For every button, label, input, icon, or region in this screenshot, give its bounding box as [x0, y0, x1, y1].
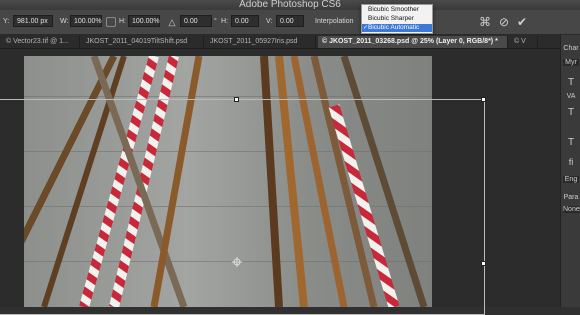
reference-point-icon[interactable]: [232, 257, 242, 267]
character-panel-tab[interactable]: Char: [563, 45, 579, 52]
menu-item-bicubic-sharper[interactable]: Bicubic Sharper: [362, 15, 432, 23]
warp-icon[interactable]: ⌘: [478, 15, 492, 29]
width-field[interactable]: 100.00%: [70, 15, 102, 27]
vertical-scale-icon: T: [567, 107, 575, 118]
hskew-field[interactable]: 0.00: [231, 15, 259, 27]
tab-active-document[interactable]: © JKOST_2011_03268.psd @ 25% (Layer 0, R…: [318, 36, 508, 48]
menu-item-label: Bicubic Sharper: [368, 15, 414, 22]
menu-item-bicubic-smoother[interactable]: Bicubic Smoother: [362, 6, 432, 14]
vskew-label: V:: [266, 18, 273, 25]
tab-vector23[interactable]: © Vector23.tif @ 1...: [2, 36, 80, 48]
vskew-field[interactable]: 0.00: [276, 15, 304, 27]
commit-check-icon[interactable]: ✔: [515, 15, 529, 29]
transform-handle-top-right[interactable]: [481, 97, 486, 102]
text-color-icon: T: [567, 137, 575, 148]
transform-handle-top[interactable]: [234, 97, 239, 102]
hskew-label: H:: [221, 18, 228, 25]
title-bar: Adobe Photoshop CS6: [0, 0, 580, 10]
kerning-icon: VA: [566, 93, 576, 100]
y-field[interactable]: 981.00 px: [13, 15, 53, 27]
transform-bounding-box[interactable]: [0, 99, 485, 315]
tab-iris[interactable]: JKOST_2011_05927Iris.psd: [206, 36, 316, 48]
checkmark-icon: ✓: [363, 25, 369, 31]
interpolation-label: Interpolation: [315, 18, 354, 25]
right-panel-dock: Char Myr T VA T T fi Eng Para None: [560, 35, 580, 307]
document-tabs: © Vector23.tif @ 1... JKOST_2011_04019Ti…: [0, 35, 560, 49]
paragraph-style-field[interactable]: None: [563, 206, 580, 213]
tab-tiltshift[interactable]: JKOST_2011_04019TiltShift.psd: [82, 36, 204, 48]
height-field[interactable]: 100.00%: [128, 15, 160, 27]
menu-item-bicubic-automatic[interactable]: ✓ Bicubic Automatic: [362, 24, 432, 32]
options-bar: Y: 981.00 px W: 100.00% H: 100.00% △ 0.0…: [0, 10, 580, 35]
font-family-field[interactable]: Myr: [563, 59, 579, 66]
transform-handle-right[interactable]: [481, 261, 486, 266]
paragraph-panel-tab[interactable]: Para: [563, 194, 579, 201]
y-label: Y:: [3, 18, 10, 25]
w-label: W:: [60, 18, 69, 25]
angle-icon: △: [168, 17, 176, 27]
interpolation-menu[interactable]: Bicubic Smoother Bicubic Sharper ✓ Bicub…: [361, 4, 433, 34]
ligature-icon: fi: [568, 157, 574, 167]
menu-item-label: Bicubic Smoother: [368, 6, 419, 13]
h-label: H:: [119, 18, 126, 25]
cancel-icon[interactable]: ⊘: [497, 15, 511, 29]
tab-overflow[interactable]: © V: [510, 36, 538, 48]
angle-unit: °: [214, 18, 217, 25]
link-icon[interactable]: [106, 17, 116, 27]
app-title: Adobe Photoshop CS6: [239, 0, 341, 10]
language-field[interactable]: Eng: [563, 176, 579, 183]
angle-field[interactable]: 0.00: [180, 15, 212, 27]
font-size-icon: T: [567, 77, 575, 88]
menu-item-label: Bicubic Automatic: [368, 24, 420, 31]
